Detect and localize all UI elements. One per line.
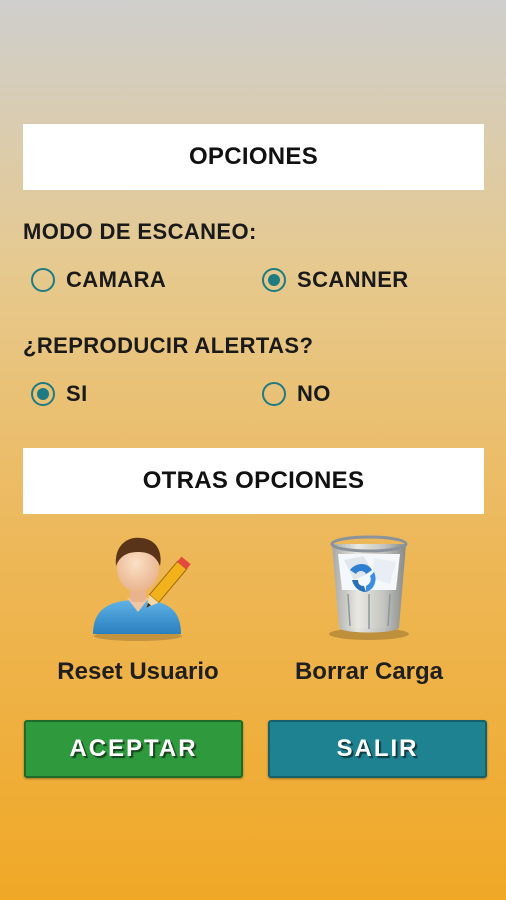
- radio-si-label[interactable]: SI: [66, 381, 88, 407]
- radio-scanner[interactable]: SCANNER: [262, 267, 409, 293]
- exit-button[interactable]: SALIR: [268, 720, 487, 778]
- radio-no-circle[interactable]: [262, 382, 286, 406]
- radio-si[interactable]: SI: [31, 381, 88, 407]
- accept-button-label[interactable]: ACEPTAR: [69, 735, 197, 763]
- alerts-radio-group: SI NO: [31, 381, 491, 415]
- options-header: OPCIONES: [23, 124, 484, 190]
- radio-camara[interactable]: CAMARA: [31, 267, 166, 293]
- radio-selected-dot: [268, 274, 280, 286]
- reset-user-button[interactable]: Reset Usuario: [38, 530, 238, 686]
- clear-load-label[interactable]: Borrar Carga: [295, 658, 443, 686]
- accept-button[interactable]: ACEPTAR: [24, 720, 243, 778]
- user-edit-icon[interactable]: [83, 530, 193, 642]
- scan-mode-radio-group: CAMARA SCANNER: [31, 267, 491, 301]
- exit-button-label[interactable]: SALIR: [337, 735, 419, 763]
- radio-si-circle[interactable]: [31, 382, 55, 406]
- clear-load-button[interactable]: Borrar Carga: [269, 530, 469, 686]
- radio-no-label[interactable]: NO: [297, 381, 331, 407]
- radio-camara-label[interactable]: CAMARA: [66, 267, 166, 293]
- radio-no[interactable]: NO: [262, 381, 331, 407]
- reset-user-label[interactable]: Reset Usuario: [57, 658, 218, 686]
- options-header-label: OPCIONES: [188, 143, 319, 170]
- alerts-label: ¿REPRODUCIR ALERTAS?: [23, 333, 314, 358]
- other-options-header: OTRAS OPCIONES: [23, 448, 484, 514]
- other-options-header-label: OTRAS OPCIONES: [142, 467, 365, 494]
- radio-scanner-circle[interactable]: [262, 268, 286, 292]
- radio-scanner-label[interactable]: SCANNER: [297, 267, 409, 293]
- recycle-bin-icon[interactable]: [314, 530, 424, 642]
- radio-camara-circle[interactable]: [31, 268, 55, 292]
- scan-mode-label: MODO DE ESCANEO:: [23, 219, 257, 244]
- radio-selected-dot: [37, 388, 49, 400]
